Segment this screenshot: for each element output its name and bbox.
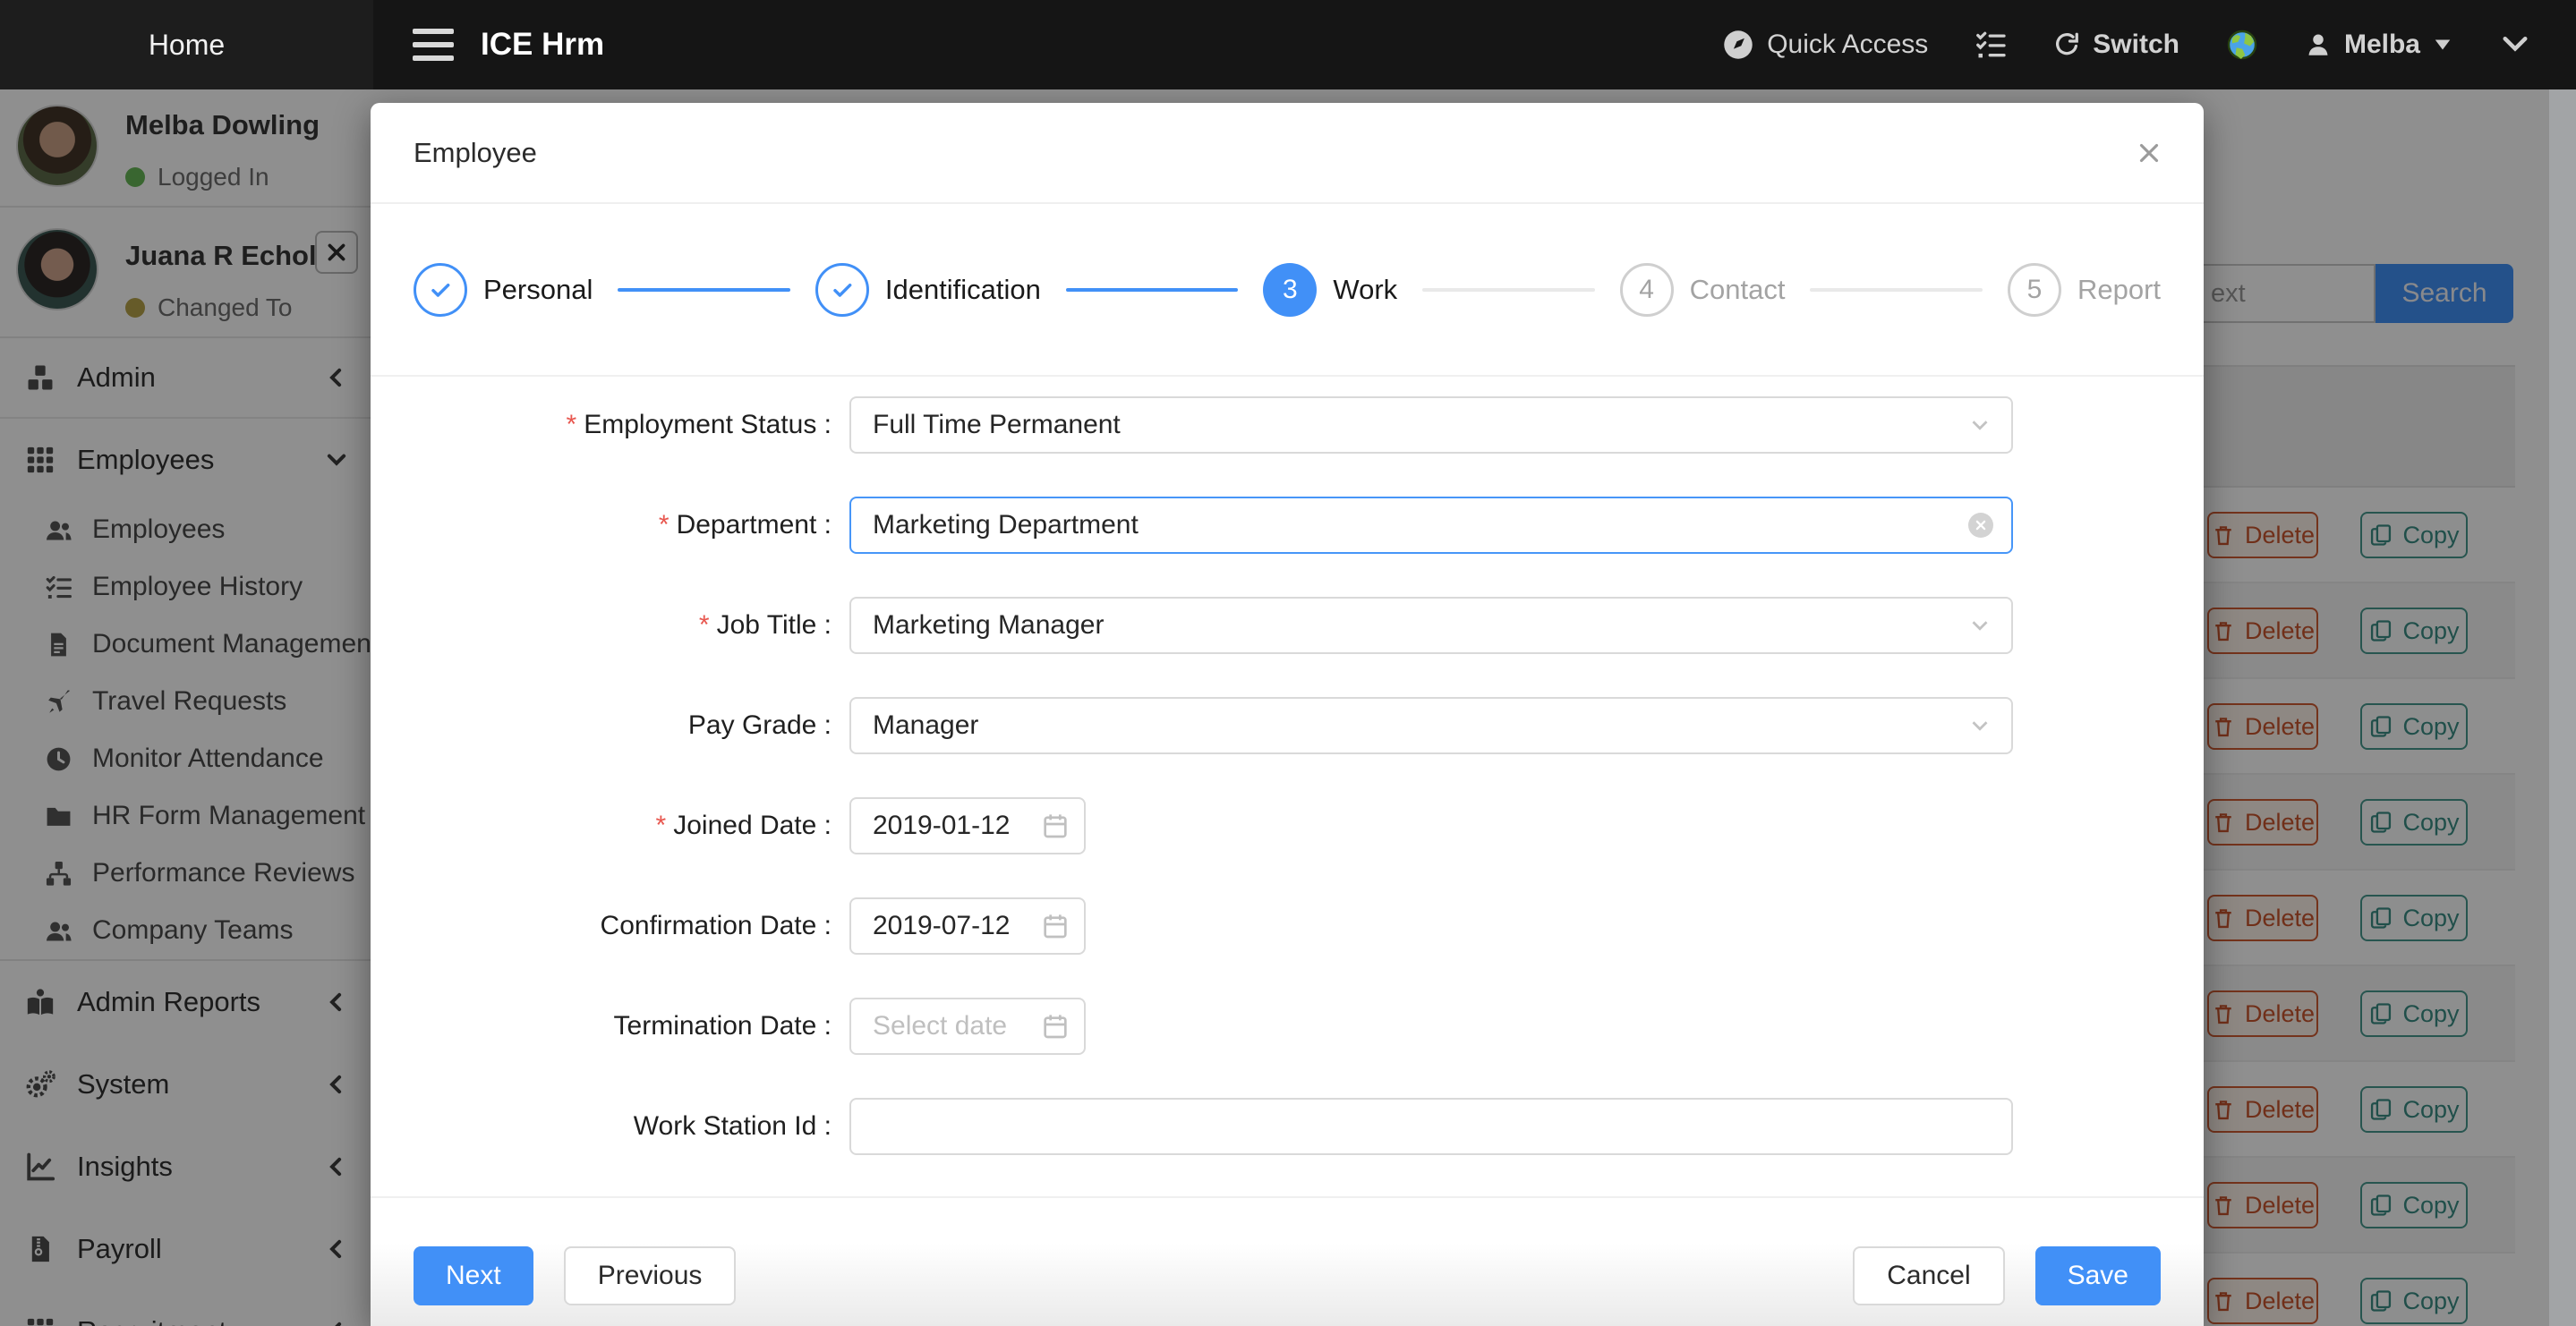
modal-title: Employee — [414, 137, 537, 169]
step-label: Contact — [1690, 274, 1786, 306]
step-contact[interactable]: 4 Contact — [1620, 263, 1786, 317]
check-icon — [828, 276, 857, 304]
required-marker: * — [659, 510, 670, 540]
quick-access-button[interactable]: Quick Access — [1722, 29, 1928, 61]
page-content: Melba Dowling Logged In Juana R Echols C… — [0, 89, 2576, 1326]
compass-icon — [1722, 29, 1754, 61]
cancel-label: Cancel — [1887, 1261, 1970, 1291]
step-label: Identification — [885, 274, 1041, 306]
field-label: Employment Status : — [584, 410, 832, 439]
cancel-button[interactable]: Cancel — [1853, 1246, 2004, 1305]
pay-grade-select[interactable]: Manager — [849, 697, 2013, 754]
save-button[interactable]: Save — [2035, 1246, 2161, 1305]
step-report[interactable]: 5 Report — [2008, 263, 2161, 317]
switch-user-button[interactable]: Switch — [2053, 30, 2179, 60]
select-value: Full Time Permanent — [873, 410, 1121, 440]
select-value: Marketing Department — [873, 510, 1139, 540]
topbar: Home ICE Hrm Quick Access — [0, 0, 2576, 89]
close-icon — [2134, 138, 2164, 168]
switch-label: Switch — [2093, 30, 2179, 60]
work-form: *Employment Status : Full Time Permanent… — [371, 377, 2204, 1155]
chevron-down-icon — [1966, 612, 1993, 639]
step-personal[interactable]: Personal — [414, 263, 593, 317]
job-title-select[interactable]: Marketing Manager — [849, 597, 2013, 654]
date-value: 2019-07-12 — [873, 911, 1010, 941]
language-globe-icon[interactable] — [2226, 29, 2258, 61]
user-icon — [2305, 31, 2332, 58]
work-station-id-input[interactable] — [849, 1098, 2013, 1155]
modal-close-button[interactable] — [2130, 135, 2168, 173]
user-menu[interactable]: Melba — [2305, 30, 2452, 60]
field-label: Joined Date : — [673, 811, 832, 840]
caret-down-icon — [2433, 35, 2452, 55]
calendar-icon — [1041, 812, 1070, 840]
step-number: 3 — [1263, 263, 1317, 317]
step-connector — [1810, 288, 1982, 292]
required-marker: * — [567, 410, 577, 439]
scrollbar[interactable] — [2549, 89, 2576, 1326]
step-connector — [1066, 288, 1238, 292]
topbar-left-section: Home — [0, 0, 373, 89]
save-label: Save — [2068, 1261, 2128, 1291]
field-label: Confirmation Date : — [601, 911, 832, 940]
termination-date-picker[interactable]: Select date — [849, 998, 1086, 1055]
field-label: Termination Date : — [614, 1011, 832, 1041]
date-placeholder: Select date — [873, 1011, 1007, 1041]
step-connector — [1422, 288, 1594, 292]
chevron-down-icon — [1966, 412, 1993, 438]
next-label: Next — [446, 1261, 501, 1291]
required-marker: * — [699, 610, 710, 640]
date-value: 2019-01-12 — [873, 811, 1010, 841]
switch-icon — [2053, 31, 2080, 58]
confirmation-date-picker[interactable]: 2019-07-12 — [849, 897, 1086, 955]
select-value: Manager — [873, 710, 978, 741]
previous-label: Previous — [598, 1261, 703, 1291]
step-connector — [618, 288, 789, 292]
field-label: Department : — [677, 510, 832, 540]
tasks-list-icon[interactable] — [1975, 29, 2007, 61]
modal-footer: Next Previous Cancel Save — [371, 1198, 2204, 1326]
wizard-steps: Personal Identification 3 Work 4 Contact… — [371, 204, 2204, 377]
app-brand[interactable]: ICE Hrm — [481, 27, 604, 63]
clear-icon[interactable] — [1968, 513, 1993, 538]
employment-status-select[interactable]: Full Time Permanent — [849, 396, 2013, 454]
chevron-down-icon[interactable] — [2499, 29, 2531, 61]
step-number: 5 — [2008, 263, 2061, 317]
step-number: 4 — [1620, 263, 1674, 317]
calendar-icon — [1041, 912, 1070, 940]
step-label: Report — [2077, 274, 2161, 306]
quick-access-label: Quick Access — [1767, 30, 1928, 60]
check-icon — [426, 276, 455, 304]
field-label: Work Station Id : — [634, 1111, 832, 1141]
home-link[interactable]: Home — [149, 29, 225, 62]
field-label: Pay Grade : — [688, 710, 832, 740]
chevron-down-icon — [1966, 712, 1993, 739]
step-identification[interactable]: Identification — [815, 263, 1041, 317]
step-label: Personal — [483, 274, 593, 306]
field-label: Job Title : — [717, 610, 832, 640]
department-select[interactable]: Marketing Department — [849, 497, 2013, 554]
calendar-icon — [1041, 1012, 1070, 1041]
step-work[interactable]: 3 Work — [1263, 263, 1397, 317]
user-name-label: Melba — [2344, 30, 2420, 60]
step-label: Work — [1333, 274, 1397, 306]
previous-button[interactable]: Previous — [564, 1246, 737, 1305]
joined-date-picker[interactable]: 2019-01-12 — [849, 797, 1086, 854]
next-button[interactable]: Next — [414, 1246, 533, 1305]
required-marker: * — [656, 811, 667, 840]
menu-toggle-icon[interactable] — [413, 29, 454, 61]
employee-modal: Employee Personal Identification 3 Work — [371, 103, 2204, 1326]
topbar-main: ICE Hrm Quick Access Switch — [373, 0, 2576, 89]
select-value: Marketing Manager — [873, 610, 1104, 641]
